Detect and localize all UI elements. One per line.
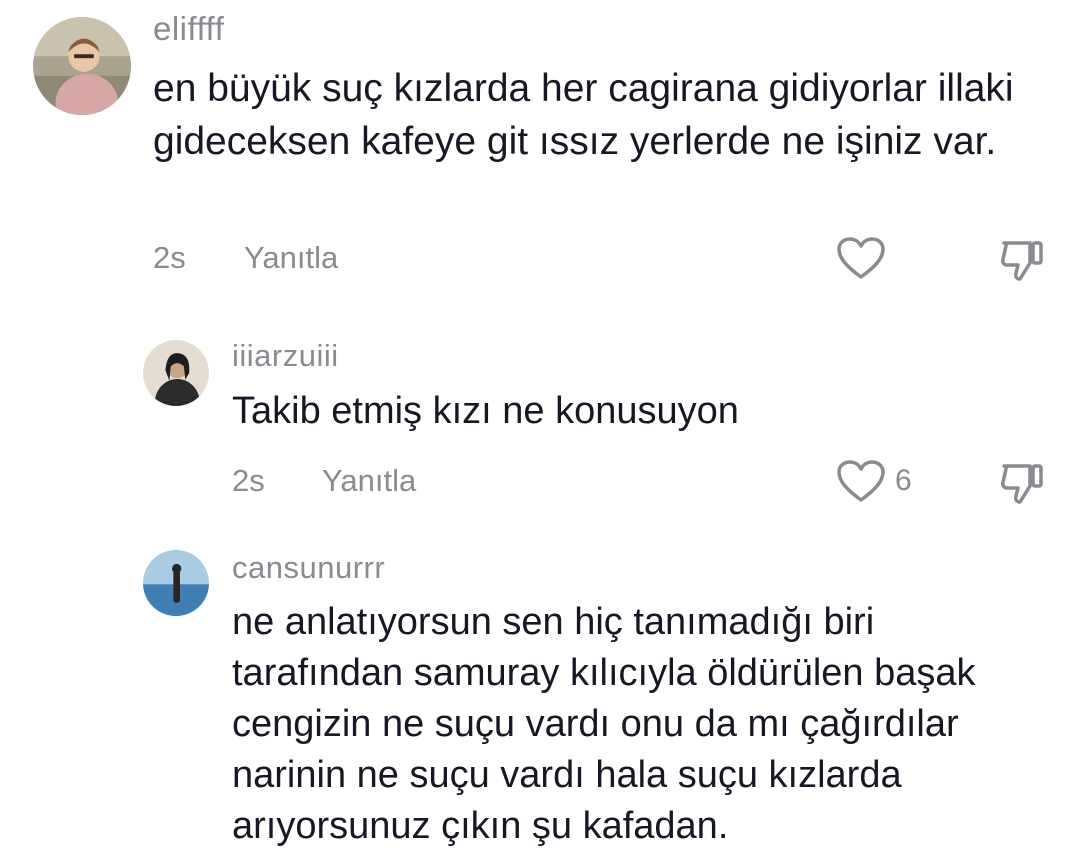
heart-icon[interactable] bbox=[836, 459, 886, 503]
thumbs-down-icon[interactable] bbox=[998, 458, 1046, 506]
like-count: 6 bbox=[895, 464, 912, 497]
thumbs-down-icon[interactable] bbox=[998, 235, 1046, 283]
comment-username[interactable]: cansunurrr bbox=[232, 550, 385, 586]
comment-text: Takib etmiş kızı ne konusuyon bbox=[232, 390, 739, 432]
comment-timestamp: 2s bbox=[153, 240, 186, 275]
comment-timestamp: 2s bbox=[232, 463, 265, 498]
avatar[interactable] bbox=[143, 550, 209, 616]
comment-username[interactable]: eliffff bbox=[153, 10, 224, 48]
reply-button[interactable]: Yanıtla bbox=[244, 240, 338, 276]
heart-icon[interactable] bbox=[836, 236, 886, 280]
comment-text: en büyük suç kızlarda her cagirana gidiy… bbox=[153, 67, 1014, 163]
comment-text: ne anlatıyorsun sen hiç tanımadığı biri … bbox=[232, 601, 976, 847]
comment-username[interactable]: iiiarzuiii bbox=[232, 338, 339, 374]
avatar[interactable] bbox=[143, 340, 209, 406]
reply-button[interactable]: Yanıtla bbox=[322, 463, 416, 499]
avatar[interactable] bbox=[33, 17, 131, 115]
